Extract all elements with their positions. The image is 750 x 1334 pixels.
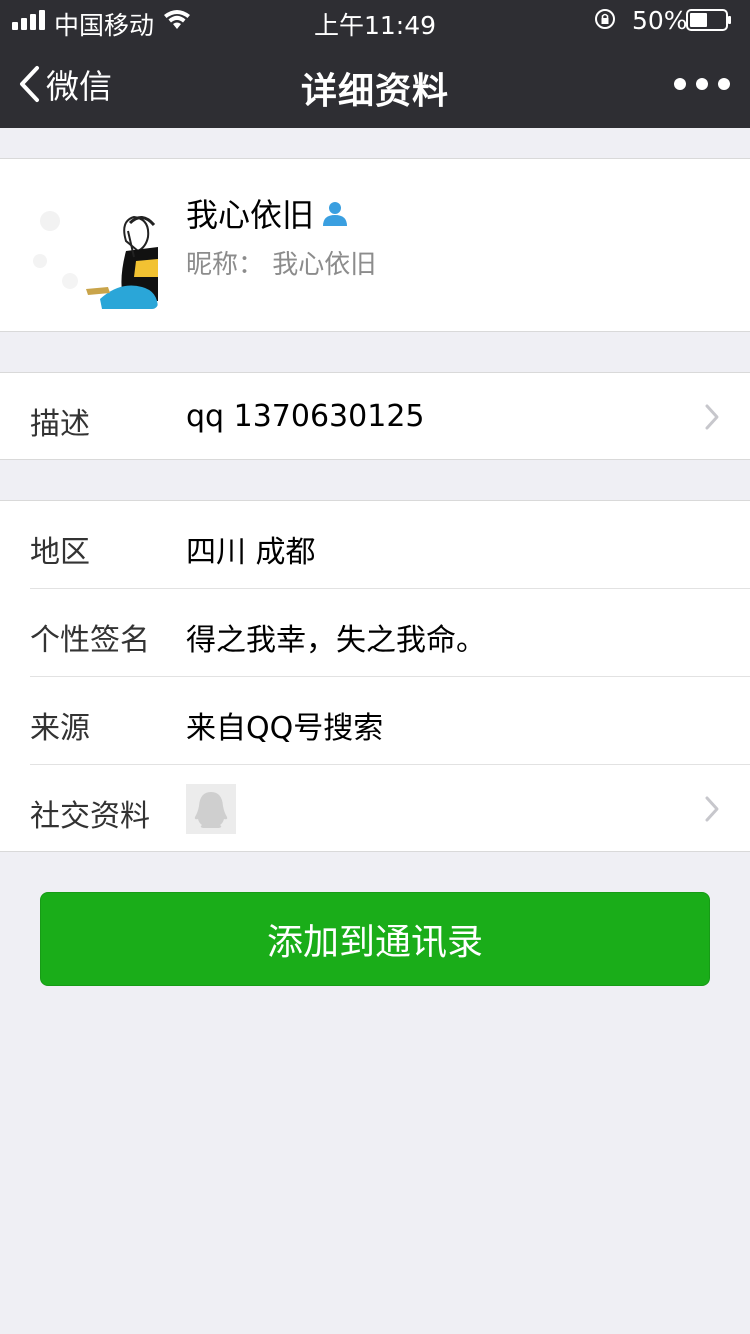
page-title: 详细资料 — [300, 71, 449, 112]
nav-bar: 微信 详细资料 — [0, 40, 750, 128]
region-label: 地区 — [30, 535, 90, 570]
male-user-icon — [323, 202, 348, 226]
social-profile-row[interactable]: 社交资料 — [0, 765, 750, 853]
social-profile-label: 社交资料 — [30, 799, 150, 834]
more-dot-icon — [674, 78, 686, 90]
info-card: 地区 四川 成都 个性签名 得之我幸，失之我命。 来源 来自QQ号搜索 社交资料 — [0, 500, 750, 852]
qq-thumbnail — [186, 784, 236, 834]
source-label: 来源 — [30, 711, 90, 746]
more-options-button[interactable] — [674, 70, 730, 98]
rotation-lock-icon — [595, 9, 615, 29]
signature-value: 得之我幸，失之我命。 — [186, 623, 486, 658]
chevron-right-icon — [705, 796, 719, 822]
region-value: 四川 成都 — [186, 535, 316, 570]
description-label: 描述 — [30, 407, 90, 442]
source-row: 来源 来自QQ号搜索 — [0, 677, 750, 765]
top-bar: 中国移动 上午11:49 50% 微信 详细资料 — [0, 0, 750, 128]
signature-row: 个性签名 得之我幸，失之我命。 — [0, 589, 750, 677]
contact-name: 我心依旧 — [186, 196, 315, 234]
nickname: 昵称： 我心依旧 — [186, 250, 377, 280]
name-row: 我心依旧 — [186, 190, 350, 236]
description-row[interactable]: 描述 qq 1370630125 — [0, 372, 750, 460]
more-dot-icon — [718, 78, 730, 90]
description-value: qq 1370630125 — [186, 399, 425, 434]
add-to-contacts-button[interactable]: 添加到通讯录 — [40, 892, 710, 986]
battery-percent: 50% — [632, 6, 688, 35]
more-dot-icon — [696, 78, 708, 90]
region-row: 地区 四川 成都 — [0, 501, 750, 589]
battery-icon — [686, 9, 731, 31]
signature-label: 个性签名 — [30, 623, 150, 658]
source-value: 来自QQ号搜索 — [186, 711, 384, 746]
chevron-right-icon — [705, 404, 719, 430]
qq-penguin-icon — [194, 792, 228, 828]
avatar[interactable] — [30, 181, 158, 309]
status-bar: 中国移动 上午11:49 50% — [0, 0, 750, 40]
avatar-illustration — [30, 181, 158, 309]
